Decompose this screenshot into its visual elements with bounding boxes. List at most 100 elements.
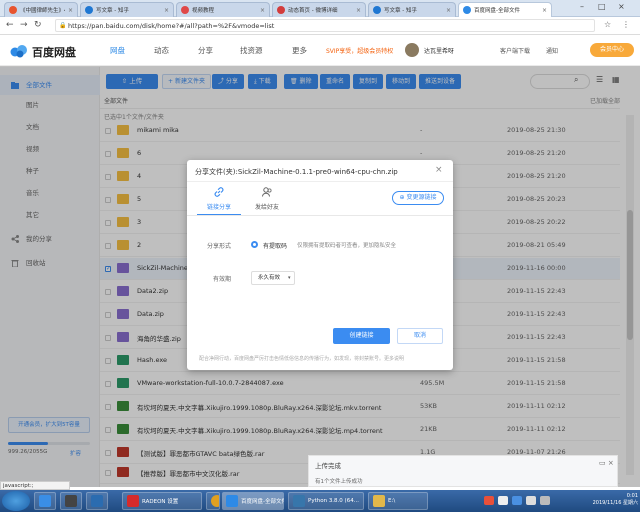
- tab-favicon-icon: [85, 6, 93, 14]
- tab-title: 百度网盘-全部文件: [474, 8, 520, 14]
- tray-app-icon[interactable]: [484, 496, 494, 505]
- radeon-icon: [127, 495, 139, 507]
- dialog-footnote: 配合净网行动，百度网盘严厉打击色情低俗信息的传播行为，如发现，将封禁账号。更多说…: [199, 356, 405, 362]
- lock-icon: 🔒: [59, 22, 67, 29]
- tab-send-to-friend[interactable]: 发给好友: [245, 184, 289, 214]
- browser-tab[interactable]: 写文章 - 知乎 ×: [80, 2, 174, 17]
- logo-text: 百度网盘: [32, 46, 76, 59]
- browser-tab[interactable]: 视频教程 ×: [176, 2, 270, 17]
- share-form-radio[interactable]: [251, 241, 258, 248]
- browser-tab[interactable]: 动态首页 - 微博详细 ×: [272, 2, 366, 17]
- taskbar-item[interactable]: [86, 492, 108, 510]
- close-icon[interactable]: ×: [542, 7, 547, 14]
- cancel-button[interactable]: 取消: [397, 328, 443, 344]
- taskbar-item-explorer[interactable]: E:\: [368, 492, 428, 510]
- tab-label: 发给好友: [254, 204, 279, 211]
- browser-tab-active[interactable]: 百度网盘-全部文件 ×: [458, 2, 552, 17]
- ie-icon: [39, 495, 51, 507]
- share-form-label: 分享形式: [207, 243, 232, 250]
- tab-title: 动态首页 - 微博详细: [288, 8, 338, 14]
- taskbar-label: Python 3.8.0 (64...: [308, 498, 359, 504]
- tab-favicon-icon: [463, 6, 471, 14]
- tab-title: 写文章 - 知乎: [384, 8, 417, 14]
- taskbar-item[interactable]: [34, 492, 56, 510]
- friends-icon: [262, 187, 272, 197]
- taskbar-label: RADEON 设置: [142, 499, 179, 505]
- tab-favicon-icon: [373, 6, 381, 14]
- app-icon: [65, 495, 77, 507]
- svip-promo[interactable]: SVIP享受，超级会员特权: [326, 46, 393, 55]
- button-label: 变更源链接: [406, 194, 437, 201]
- nav-more[interactable]: 更多: [292, 45, 307, 56]
- tab-favicon-icon: [9, 6, 17, 14]
- tray-app-icon[interactable]: [512, 496, 522, 505]
- taskbar-item-radeon[interactable]: RADEON 设置: [122, 492, 202, 510]
- explorer-icon: [91, 495, 103, 507]
- avatar[interactable]: [405, 43, 419, 57]
- taskbar-item[interactable]: [206, 492, 220, 510]
- tab-favicon-icon: [181, 6, 189, 14]
- python-icon: [293, 495, 305, 507]
- validity-value: 永久有效: [258, 275, 281, 281]
- browser-tabbar: 《中國律師先生》41 × 写文章 - 知乎 × 视频教程 × 动态首页 - 微博…: [0, 0, 640, 17]
- close-icon[interactable]: ×: [260, 7, 265, 14]
- taskbar-label: E:\: [388, 498, 396, 504]
- create-link-button[interactable]: 创建链接: [333, 328, 390, 344]
- url-input[interactable]: 🔒 https://pan.baidu.com/disk/home?#/all?…: [55, 19, 595, 32]
- browser-tab[interactable]: 写文章 - 知乎 ×: [368, 2, 456, 17]
- nav-disk[interactable]: 网盘: [110, 45, 125, 56]
- taskbar-item[interactable]: [60, 492, 82, 510]
- validity-select[interactable]: 永久有效 ▾: [251, 271, 295, 285]
- back-icon[interactable]: ←: [6, 20, 14, 30]
- change-link-button[interactable]: ⊕ 变更源链接: [392, 191, 444, 205]
- close-icon[interactable]: ×: [68, 7, 73, 14]
- menu-icon[interactable]: ⋮: [622, 20, 630, 29]
- taskbar: RADEON 设置 百度网盘-全部文件 Python 3.8.0 (64... …: [0, 490, 640, 512]
- dialog-title: 分享文件(夹):SickZil-Machine-0.1.1-pre0-win64…: [195, 168, 398, 176]
- minimize-icon[interactable]: –: [580, 2, 584, 11]
- forward-icon[interactable]: →: [20, 20, 28, 30]
- url-text: https://pan.baidu.com/disk/home?#/all?pa…: [68, 22, 275, 30]
- start-button[interactable]: [2, 491, 30, 511]
- baidu-pan-logo-icon[interactable]: [10, 44, 28, 58]
- browser-tab[interactable]: 《中國律師先生》41 ×: [4, 2, 78, 17]
- tab-title: 视频教程: [192, 8, 215, 14]
- close-icon[interactable]: ×: [446, 7, 451, 14]
- star-icon[interactable]: ☆: [604, 20, 611, 29]
- share-dialog: 分享文件(夹):SickZil-Machine-0.1.1-pre0-win64…: [187, 160, 453, 370]
- tab-favicon-icon: [277, 6, 285, 14]
- maximize-icon[interactable]: □: [598, 2, 606, 11]
- upload-status-panel: 上传完成 有1个文件上传成功 ▭ ×: [308, 455, 618, 487]
- member-center-button[interactable]: 会员中心: [590, 43, 634, 57]
- pan-header: 百度网盘 网盘 动态 分享 找资源 更多 SVIP享受，超级会员特权 达瓦里希呀…: [0, 36, 640, 66]
- window-close-icon[interactable]: ×: [618, 2, 625, 11]
- divider: [187, 181, 453, 182]
- browser-status-bar: javascript:;: [0, 481, 70, 490]
- taskbar-label: 百度网盘-全部文件: [241, 499, 284, 505]
- nav-feed[interactable]: 动态: [154, 45, 169, 56]
- chrome-icon: [211, 495, 219, 507]
- collapse-icon[interactable]: ▭ ×: [599, 459, 614, 467]
- username[interactable]: 达瓦里希呀: [424, 46, 454, 55]
- upload-panel-title: 上传完成: [315, 462, 341, 470]
- taskbar-item-python[interactable]: Python 3.8.0 (64...: [288, 492, 364, 510]
- client-download-link[interactable]: 客户端下载: [500, 46, 530, 55]
- share-form-option[interactable]: 有提取码: [263, 241, 287, 250]
- baidu-pan-icon: [226, 495, 238, 507]
- folder-icon: [373, 495, 385, 507]
- close-icon[interactable]: ×: [356, 7, 361, 14]
- nav-find-resources[interactable]: 找资源: [240, 45, 263, 56]
- taskbar-item-browser[interactable]: 百度网盘-全部文件: [222, 492, 284, 510]
- volume-icon[interactable]: [526, 496, 536, 505]
- tray-app-icon[interactable]: [498, 496, 508, 505]
- close-icon[interactable]: ×: [435, 165, 443, 175]
- reload-icon[interactable]: ↻: [34, 20, 42, 30]
- nav-share[interactable]: 分享: [198, 45, 213, 56]
- network-icon[interactable]: [540, 496, 550, 505]
- close-icon[interactable]: ×: [164, 7, 169, 14]
- validity-label: 有效期: [213, 276, 232, 283]
- share-form-description: 仅限拥有提取码者可查看，更加隐私安全: [297, 243, 397, 249]
- notifications-link[interactable]: 通知: [546, 46, 558, 55]
- tab-link-share[interactable]: 链接分享: [197, 184, 241, 214]
- clock[interactable]: 0:01 2019/11/16 星期六: [582, 493, 638, 506]
